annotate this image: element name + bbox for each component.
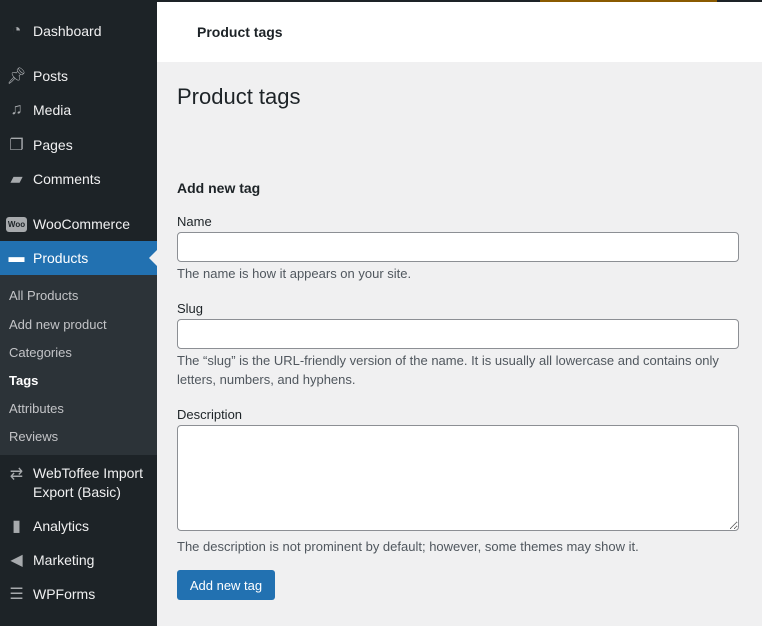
menu-posts[interactable]: 📌︎ Posts	[0, 59, 157, 93]
menu-label: WebToffee Import Export (Basic)	[33, 465, 143, 500]
media-icon: ♫	[10, 101, 23, 118]
menu-label: Products	[33, 250, 89, 266]
menu-label: Marketing	[33, 552, 95, 568]
menu-label: WooCommerce	[33, 216, 130, 232]
pin-icon: 📌︎	[6, 68, 27, 85]
slug-label: Slug	[177, 301, 204, 316]
name-help: The name is how it appears on your site.	[177, 266, 412, 281]
description-help: The description is not prominent by defa…	[177, 539, 639, 554]
menu-pages[interactable]: ❐ Pages	[0, 128, 157, 162]
bar-chart-icon: ▮	[12, 518, 21, 535]
submenu-categories[interactable]: Categories	[9, 345, 72, 360]
submenu-tags[interactable]: Tags	[9, 373, 38, 388]
comment-icon: ▰	[10, 171, 23, 188]
menu-label: Pages	[33, 137, 73, 153]
menu-webtoffee[interactable]: ⇄ WebToffee Import Export (Basic)	[0, 464, 157, 504]
woo-icon: Woo	[0, 216, 33, 232]
header-title: Product tags	[197, 24, 283, 40]
page-title: Product tags	[177, 84, 301, 109]
submenu-all-products[interactable]: All Products	[9, 288, 78, 303]
menu-media[interactable]: ♫ Media	[0, 93, 157, 127]
menu-dashboard[interactable]: ◔ Dashboard	[0, 14, 157, 48]
admin-sidebar: ◔ Dashboard 📌︎ Posts ♫ Media ❐ Pages ▰ Commen…	[0, 0, 157, 626]
submenu-add-new-product[interactable]: Add new product	[9, 317, 107, 332]
name-input[interactable]	[177, 232, 739, 262]
submenu-reviews[interactable]: Reviews	[9, 429, 58, 444]
menu-label: Posts	[33, 68, 69, 84]
menu-label: WPForms	[33, 586, 96, 602]
menu-analytics[interactable]: ▮ Analytics	[0, 509, 157, 543]
menu-label: Media	[33, 102, 72, 118]
slug-help: The “slug” is the URL-friendly version o…	[177, 353, 719, 387]
form-title: Add new tag	[177, 180, 261, 196]
menu-marketing[interactable]: ◀ Marketing	[0, 543, 157, 577]
pages-icon: ❐	[9, 137, 24, 154]
name-label: Name	[177, 214, 212, 229]
description-label: Description	[177, 407, 243, 422]
add-new-tag-button[interactable]: Add new tag	[177, 570, 275, 600]
description-textarea[interactable]	[177, 425, 739, 531]
menu-label: Dashboard	[33, 23, 102, 39]
products-submenu: All Products Add new product Categories …	[0, 275, 157, 455]
menu-label: Comments	[33, 171, 101, 187]
form-icon: ☰	[9, 586, 24, 603]
dashboard-icon: ◔	[11, 22, 22, 39]
megaphone-icon: ◀	[10, 552, 23, 569]
menu-products[interactable]: ▬ Products	[0, 241, 157, 275]
menu-wpforms[interactable]: ☰ WPForms	[0, 577, 157, 611]
submenu-attributes[interactable]: Attributes	[9, 401, 64, 416]
page-header: Product tags	[157, 2, 762, 62]
slug-input[interactable]	[177, 319, 739, 349]
menu-comments[interactable]: ▰ Comments	[0, 162, 157, 196]
menu-woocommerce[interactable]: Woo WooCommerce	[0, 207, 157, 241]
arrows-icon: ⇄	[9, 466, 24, 483]
menu-label: Analytics	[33, 518, 90, 534]
archive-icon: ▬	[8, 249, 25, 266]
